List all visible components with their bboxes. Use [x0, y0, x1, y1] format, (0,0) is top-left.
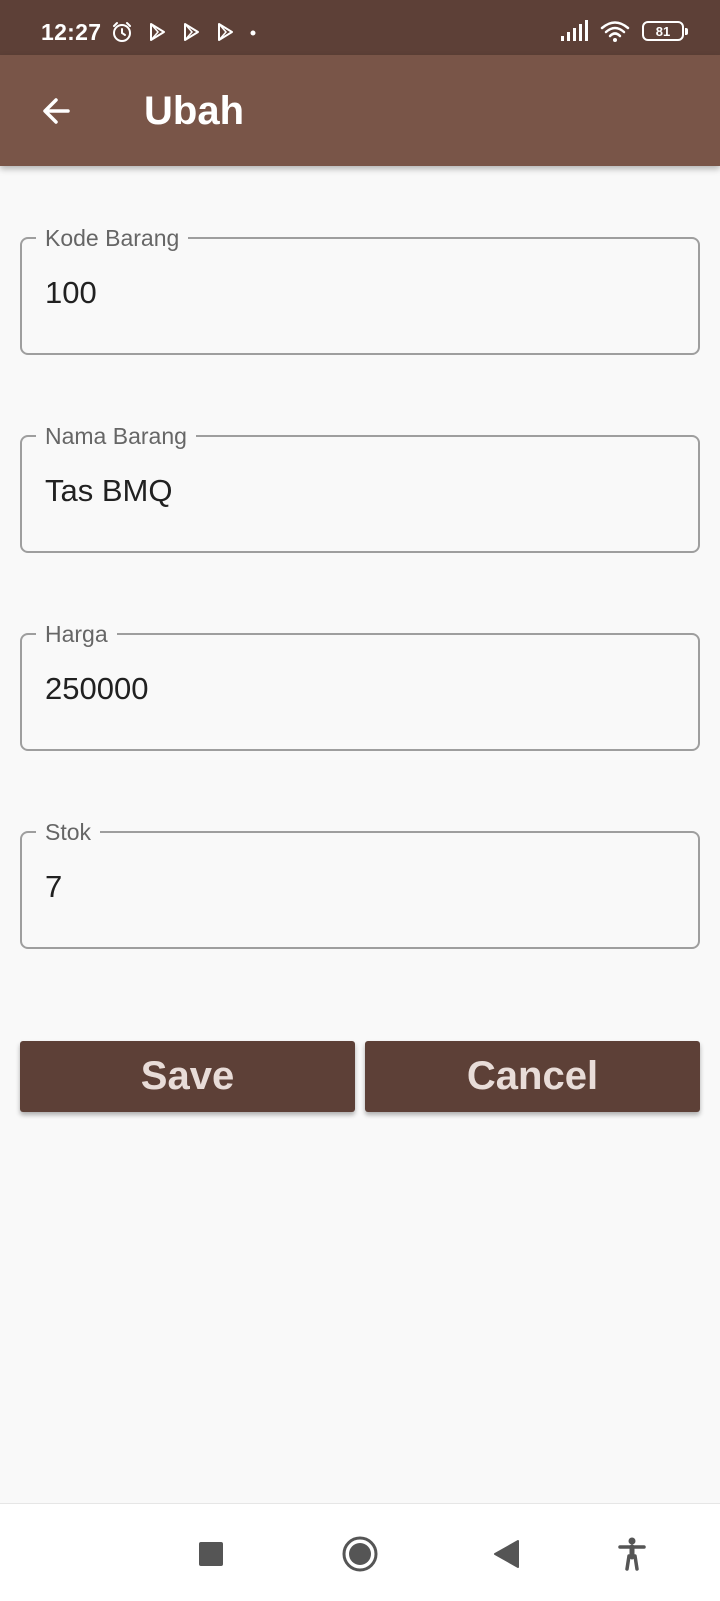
- battery-level: 81: [642, 21, 688, 41]
- page-title: Ubah: [144, 89, 244, 133]
- recents-button[interactable]: [189, 1532, 233, 1576]
- battery-icon: 81: [642, 21, 688, 41]
- status-time: 12:27: [41, 19, 102, 45]
- back-button[interactable]: [28, 83, 84, 139]
- dot-icon: [248, 21, 258, 43]
- system-nav-bar: [0, 1503, 720, 1601]
- play-store-icon: [180, 21, 202, 43]
- recents-square-icon: [198, 1541, 224, 1567]
- accessibility-icon: [617, 1537, 647, 1571]
- stok-field[interactable]: Stok 7: [20, 815, 700, 949]
- notification-icons: [110, 20, 270, 44]
- nama-barang-input[interactable]: Tas BMQ: [45, 473, 172, 509]
- home-button[interactable]: [338, 1532, 382, 1576]
- nama-barang-label: Nama Barang: [36, 419, 196, 453]
- kode-barang-field[interactable]: Kode Barang 100: [20, 221, 700, 355]
- arrow-back-icon: [38, 93, 74, 129]
- back-nav-button[interactable]: [484, 1532, 528, 1576]
- harga-label: Harga: [36, 617, 117, 651]
- kode-barang-label: Kode Barang: [36, 221, 189, 255]
- harga-input[interactable]: 250000: [45, 671, 148, 707]
- cancel-button[interactable]: Cancel: [365, 1041, 700, 1112]
- nama-barang-field[interactable]: Nama Barang Tas BMQ: [20, 419, 700, 553]
- kode-barang-input[interactable]: 100: [45, 275, 97, 311]
- stok-input[interactable]: 7: [45, 869, 62, 905]
- app-bar: Ubah: [0, 55, 720, 166]
- harga-field[interactable]: Harga 250000: [20, 617, 700, 751]
- stok-label: Stok: [36, 815, 101, 849]
- system-icons: 81: [548, 20, 688, 42]
- home-circle-icon: [341, 1535, 379, 1573]
- save-button[interactable]: Save: [20, 1041, 355, 1112]
- back-triangle-icon: [492, 1539, 520, 1569]
- play-store-icon: [146, 21, 168, 43]
- wifi-icon: [600, 20, 630, 42]
- signal-icon: [560, 20, 588, 42]
- alarm-icon: [110, 20, 134, 44]
- play-store-icon: [214, 21, 236, 43]
- status-bar: 12:27 81: [0, 0, 720, 55]
- accessibility-button[interactable]: [610, 1532, 654, 1576]
